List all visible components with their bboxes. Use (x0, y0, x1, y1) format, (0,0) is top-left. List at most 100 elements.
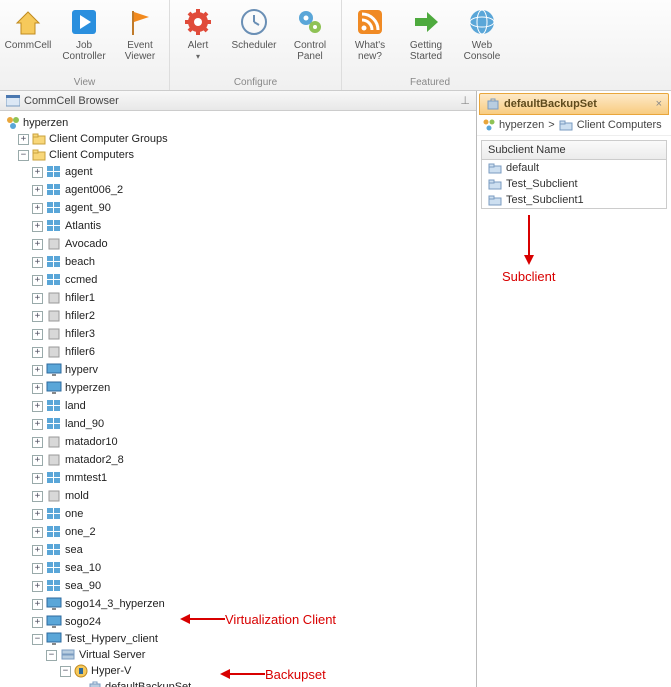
tree-client[interactable]: +hfiler3 (4, 325, 476, 343)
tree-label: mold (65, 490, 89, 502)
table-header[interactable]: Subclient Name (482, 141, 666, 160)
expand-toggle[interactable]: + (32, 239, 43, 250)
ribbon-label: Getting Started (404, 40, 448, 62)
scheduler-button[interactable]: Scheduler (226, 4, 282, 53)
table-row[interactable]: Test_Subclient1 (482, 192, 666, 208)
tree-client[interactable]: +Atlantis (4, 217, 476, 235)
tree-group[interactable]: + Client Computer Groups (4, 131, 476, 147)
client-icon (46, 542, 62, 558)
tree-client[interactable]: + sea_90 (4, 577, 476, 595)
getting-started-button[interactable]: Getting Started (398, 4, 454, 64)
tree-client[interactable]: +one (4, 505, 476, 523)
flag-icon (125, 7, 155, 37)
tree-client[interactable]: +ccmed (4, 271, 476, 289)
collapse-toggle[interactable]: − (46, 650, 57, 661)
tree-client[interactable]: +hyperv (4, 361, 476, 379)
tree-client[interactable]: +agent006_2 (4, 181, 476, 199)
tree-root[interactable]: hyperzen (4, 115, 476, 131)
expand-toggle[interactable]: + (32, 203, 43, 214)
expand-toggle[interactable]: + (18, 134, 29, 145)
expand-toggle[interactable]: + (32, 311, 43, 322)
tree-label: matador10 (65, 436, 118, 448)
expand-toggle[interactable]: + (32, 419, 43, 430)
tree-client[interactable]: +land_90 (4, 415, 476, 433)
tree-client[interactable]: +hfiler2 (4, 307, 476, 325)
tree-client[interactable]: +one_2 (4, 523, 476, 541)
expand-toggle[interactable]: + (32, 329, 43, 340)
breadcrumb-item[interactable]: hyperzen (499, 119, 544, 131)
gear-red-icon (183, 7, 213, 37)
tree-instance[interactable]: − Hyper-V (4, 663, 476, 679)
expand-toggle[interactable]: + (32, 599, 43, 610)
client-icon (46, 434, 62, 450)
expand-toggle[interactable]: + (32, 383, 43, 394)
expand-toggle[interactable]: + (32, 491, 43, 502)
tree-client[interactable]: +hyperzen (4, 379, 476, 397)
expand-toggle[interactable]: + (32, 455, 43, 466)
expand-toggle[interactable]: + (32, 167, 43, 178)
expand-toggle[interactable]: + (32, 473, 43, 484)
tree-client[interactable]: +Avocado (4, 235, 476, 253)
tree-label: sea_90 (65, 580, 101, 592)
expand-toggle[interactable]: + (32, 617, 43, 628)
alert-button[interactable]: Alert▾ (170, 4, 226, 64)
tree-client[interactable]: +hfiler6 (4, 343, 476, 361)
collapse-toggle[interactable]: − (18, 150, 29, 161)
tree-client[interactable]: +beach (4, 253, 476, 271)
tree-backupset[interactable]: defaultBackupSet (4, 679, 476, 687)
table-row[interactable]: default (482, 160, 666, 176)
expand-toggle[interactable]: + (32, 293, 43, 304)
control-panel-button[interactable]: Control Panel (282, 4, 338, 64)
close-icon[interactable]: × (656, 98, 662, 110)
expand-toggle[interactable]: + (32, 257, 43, 268)
expand-toggle[interactable]: + (32, 509, 43, 520)
tree-client[interactable]: +sogo14_3_hyperzen (4, 595, 476, 613)
expand-toggle[interactable]: + (32, 221, 43, 232)
expand-toggle[interactable]: + (32, 563, 43, 574)
expand-toggle[interactable]: + (32, 347, 43, 358)
pin-icon[interactable]: ⊥ (460, 94, 470, 107)
expand-toggle[interactable]: + (32, 581, 43, 592)
expand-toggle[interactable]: + (32, 365, 43, 376)
tree-client[interactable]: +mmtest1 (4, 469, 476, 487)
tree-client-expanded[interactable]: − Test_Hyperv_client (4, 631, 476, 647)
tree-client[interactable]: +agent_90 (4, 199, 476, 217)
web-console-button[interactable]: Web Console (454, 4, 510, 64)
tree-client[interactable]: +matador2_8 (4, 451, 476, 469)
tree-agent[interactable]: − Virtual Server (4, 647, 476, 663)
tree-client[interactable]: + matador10 (4, 433, 476, 451)
rss-icon (355, 7, 385, 37)
tree-client[interactable]: +sea_10 (4, 559, 476, 577)
whats-new-button[interactable]: What's new? (342, 4, 398, 64)
expand-toggle[interactable]: + (32, 185, 43, 196)
expand-toggle[interactable]: + (32, 545, 43, 556)
tree-client[interactable]: + sea (4, 541, 476, 559)
folder-icon (32, 148, 46, 162)
tree-client[interactable]: + mold (4, 487, 476, 505)
tree-client[interactable]: + land (4, 397, 476, 415)
breadcrumb-item[interactable]: Client Computers (577, 119, 662, 131)
play-icon (69, 7, 99, 37)
tree-client[interactable]: +agent (4, 163, 476, 181)
collapse-toggle[interactable]: − (60, 666, 71, 677)
tree-label: land (65, 400, 86, 412)
table-row[interactable]: Test_Subclient (482, 176, 666, 192)
collapse-toggle[interactable]: − (32, 634, 43, 645)
client-icon (46, 254, 62, 270)
client-icon (46, 506, 62, 522)
tree-group[interactable]: − Client Computers (4, 147, 476, 163)
tree-client[interactable]: +sogo24 (4, 613, 476, 631)
folder-icon (488, 163, 502, 174)
tree-client[interactable]: +hfiler1 (4, 289, 476, 307)
client-icon (46, 398, 62, 414)
expand-toggle[interactable]: + (32, 275, 43, 286)
folder-icon (559, 120, 573, 131)
commcell-button[interactable]: CommCell (0, 4, 56, 53)
tab-header[interactable]: defaultBackupSet × (479, 93, 669, 115)
event-viewer-button[interactable]: Event Viewer (112, 4, 168, 64)
expand-toggle[interactable]: + (32, 401, 43, 412)
expand-toggle[interactable]: + (32, 527, 43, 538)
tree-label: sea (65, 544, 83, 556)
expand-toggle[interactable]: + (32, 437, 43, 448)
job-controller-button[interactable]: Job Controller (56, 4, 112, 64)
